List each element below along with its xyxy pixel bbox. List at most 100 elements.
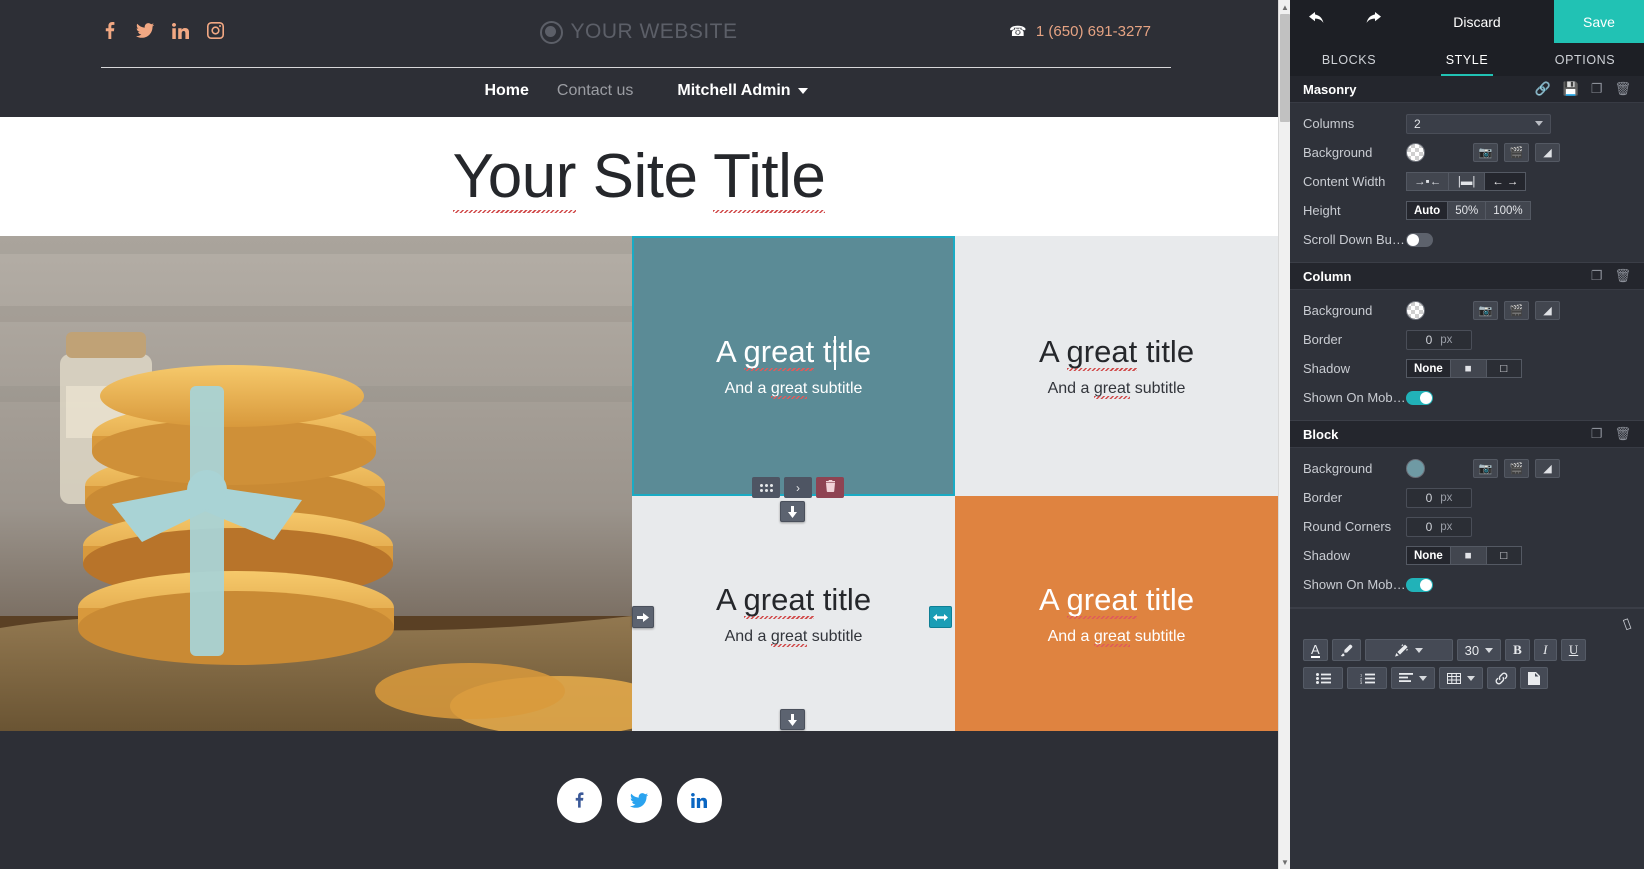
shown-on-mobile-toggle[interactable] — [1406, 390, 1433, 405]
italic-button[interactable]: I — [1533, 639, 1557, 661]
background-color-swatch[interactable] — [1406, 301, 1425, 320]
masonry-cell-2[interactable]: A great title And a great subtitle — [955, 236, 1278, 496]
image-button[interactable] — [1520, 667, 1548, 689]
cell-title[interactable]: A great title — [1039, 334, 1194, 370]
nav-item-home[interactable]: Home — [470, 82, 542, 100]
scrollbar-thumb[interactable] — [1280, 14, 1290, 122]
font-color-button[interactable]: A — [1303, 639, 1328, 661]
section-actions[interactable]: 🔗 💾 ❐ 🗑 — [1534, 81, 1631, 97]
height-50[interactable]: 50% — [1447, 201, 1486, 220]
unordered-list-button[interactable] — [1303, 667, 1343, 689]
duplicate-icon[interactable]: ❐ — [1591, 268, 1603, 284]
duplicate-icon[interactable]: ❐ — [1591, 81, 1603, 97]
ordered-list-button[interactable]: 123 — [1347, 667, 1387, 689]
video-icon[interactable]: 🎬 — [1504, 459, 1529, 478]
content-width-medium[interactable]: |▬| — [1448, 172, 1485, 191]
trash-icon[interactable]: 🗑 — [1614, 426, 1631, 442]
website-preview-canvas[interactable]: YOUR WEBSITE ☎ 1 (650) 691-3277 Home Con… — [0, 0, 1278, 869]
masonry-cell-3[interactable]: A great title And a great subtitle — [632, 496, 955, 731]
discard-button[interactable]: Discard — [1400, 14, 1554, 30]
border-input[interactable]: 0 px — [1406, 487, 1472, 508]
delete-block-button[interactable] — [816, 477, 844, 498]
shadow-inset-icon[interactable]: □ — [1485, 546, 1522, 565]
round-corners-input[interactable]: 0 px — [1406, 516, 1472, 537]
content-width-segment[interactable]: →▪← |▬| ← → — [1406, 172, 1527, 191]
video-icon[interactable]: 🎬 — [1504, 143, 1529, 162]
cell-subtitle[interactable]: And a great subtitle — [1048, 380, 1186, 398]
video-icon[interactable]: 🎬 — [1504, 301, 1529, 320]
font-size-dropdown[interactable]: 30 — [1456, 639, 1502, 661]
columns-select[interactable]: 2 — [1406, 113, 1551, 134]
table-dropdown[interactable] — [1439, 667, 1483, 689]
move-block-handle[interactable] — [752, 477, 780, 498]
canvas-scrollbar[interactable]: ▲ ▼ — [1278, 0, 1290, 869]
height-100[interactable]: 100% — [1485, 201, 1531, 220]
masonry-cell-1[interactable]: A great title And a great subtitle — [632, 236, 955, 496]
masonry-cell-4[interactable]: A great title And a great subtitle — [955, 496, 1278, 731]
shadow-outset-icon[interactable]: ■ — [1449, 546, 1486, 565]
cell-title[interactable]: A great title — [1039, 582, 1194, 618]
camera-icon[interactable]: 📷 — [1473, 301, 1498, 320]
trash-icon[interactable]: 🗑 — [1614, 81, 1631, 97]
cell-title[interactable]: A great title — [716, 582, 871, 618]
gradient-icon[interactable]: ◢ — [1535, 459, 1560, 478]
content-width-wide[interactable]: ← → — [1484, 172, 1527, 191]
resize-width-handle[interactable] — [929, 606, 952, 628]
move-right-handle[interactable] — [632, 606, 654, 628]
height-segment[interactable]: Auto 50% 100% — [1406, 201, 1531, 220]
link-button[interactable] — [1487, 667, 1516, 689]
section-actions[interactable]: ❐ 🗑 — [1591, 426, 1631, 442]
scroll-down-toggle[interactable] — [1406, 232, 1433, 247]
background-color-swatch[interactable] — [1406, 459, 1425, 478]
move-down-handle-bottom[interactable] — [780, 709, 805, 730]
shadow-segment[interactable]: None ■ □ — [1406, 359, 1522, 378]
block-float-toolbar[interactable]: › — [752, 477, 844, 498]
shadow-inset-icon[interactable]: □ — [1485, 359, 1522, 378]
tab-style[interactable]: STYLE — [1408, 43, 1526, 76]
masonry-photo[interactable] — [0, 236, 632, 731]
shadow-none[interactable]: None — [1406, 546, 1450, 565]
gradient-icon[interactable]: ◢ — [1535, 301, 1560, 320]
redo-button[interactable] — [1345, 11, 1400, 32]
background-color-button[interactable] — [1331, 639, 1361, 661]
footer-facebook-icon[interactable] — [556, 777, 602, 823]
trash-icon[interactable]: 🗑 — [1614, 268, 1631, 284]
section-actions[interactable]: ❐ 🗑 — [1591, 268, 1631, 284]
gradient-icon[interactable]: ◢ — [1535, 143, 1560, 162]
bold-button[interactable]: B — [1505, 639, 1530, 661]
tab-options[interactable]: OPTIONS — [1526, 43, 1644, 76]
user-menu[interactable]: Mitchell Admin — [677, 82, 808, 100]
next-block-button[interactable]: › — [784, 477, 812, 498]
align-dropdown[interactable] — [1391, 667, 1435, 689]
eraser-icon[interactable]: ▯ — [1621, 614, 1634, 633]
save-icon[interactable]: 💾 — [1563, 81, 1579, 97]
tab-blocks[interactable]: BLOCKS — [1290, 43, 1408, 76]
cell-subtitle[interactable]: And a great subtitle — [725, 628, 863, 646]
move-down-handle-top[interactable] — [780, 501, 805, 522]
camera-icon[interactable]: 📷 — [1473, 459, 1498, 478]
camera-icon[interactable]: 📷 — [1473, 143, 1498, 162]
shadow-segment[interactable]: None ■ □ — [1406, 546, 1522, 565]
page-title[interactable]: Your Site Title — [453, 141, 826, 212]
footer-twitter-icon[interactable] — [616, 777, 662, 823]
shadow-outset-icon[interactable]: ■ — [1449, 359, 1486, 378]
shown-on-mobile-toggle[interactable] — [1406, 577, 1433, 592]
site-nav: Home Contact us Mitchell Admin — [0, 66, 1278, 116]
style-picker-dropdown[interactable] — [1364, 639, 1453, 661]
link-icon[interactable]: 🔗 — [1534, 81, 1550, 97]
underline-button[interactable]: U — [1560, 639, 1587, 661]
shadow-none[interactable]: None — [1406, 359, 1450, 378]
border-input[interactable]: 0 px — [1406, 329, 1472, 350]
cell-subtitle[interactable]: And a great subtitle — [725, 380, 863, 398]
height-auto[interactable]: Auto — [1406, 201, 1448, 220]
background-color-swatch[interactable] — [1406, 143, 1425, 162]
cell-subtitle[interactable]: And a great subtitle — [1048, 628, 1186, 646]
save-button[interactable]: Save — [1554, 0, 1644, 43]
undo-button[interactable] — [1290, 11, 1345, 32]
duplicate-icon[interactable]: ❐ — [1591, 426, 1603, 442]
footer-linkedin-icon[interactable] — [676, 777, 722, 823]
content-width-narrow[interactable]: →▪← — [1406, 172, 1449, 191]
nav-item-contact-us[interactable]: Contact us — [543, 82, 647, 100]
cell-title[interactable]: A great title — [716, 334, 871, 370]
header-phone[interactable]: ☎ 1 (650) 691-3277 — [1009, 23, 1151, 40]
